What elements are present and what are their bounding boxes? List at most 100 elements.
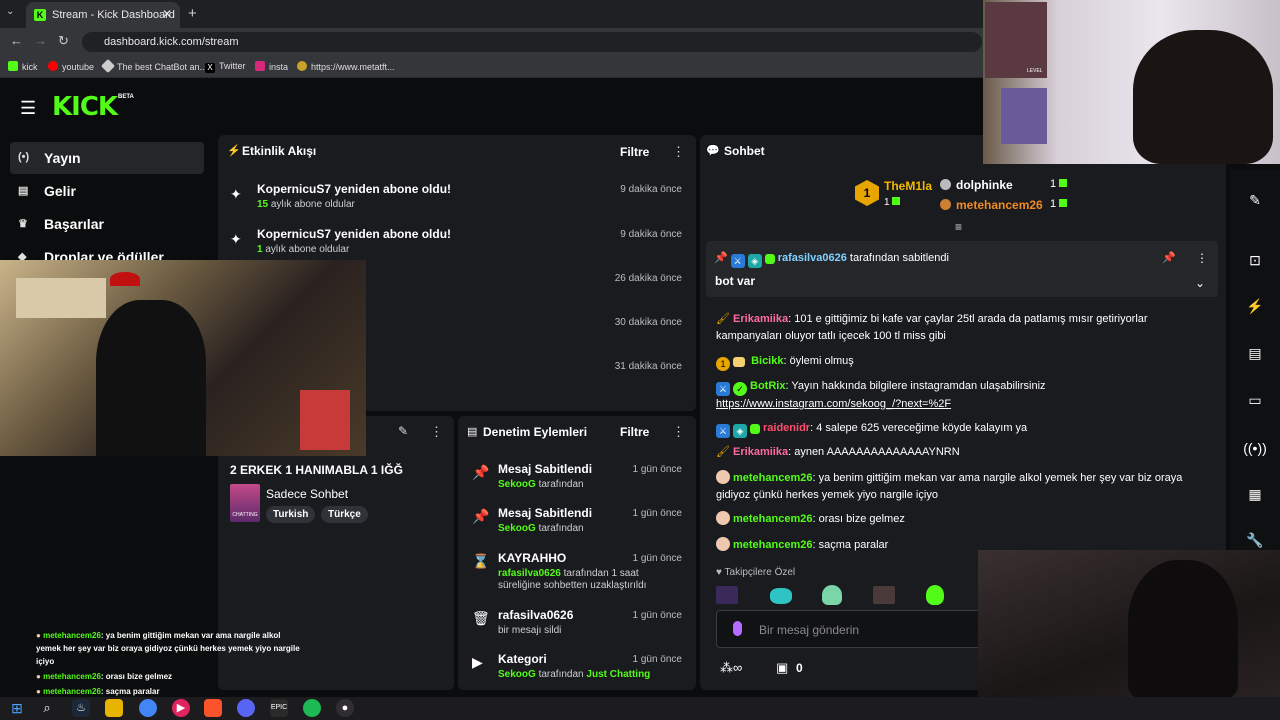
sidebar-item-achievements[interactable]: ♛ Başarılar bbox=[10, 208, 204, 240]
menu-icon[interactable]: ☰ bbox=[20, 98, 36, 119]
event-detail: 1 aylık abone oldular bbox=[257, 244, 350, 255]
leader-count: 1 bbox=[1050, 198, 1068, 210]
tag-chip[interactable]: Turkish bbox=[266, 506, 316, 523]
connections-icon[interactable]: ⁂∞ bbox=[720, 660, 742, 676]
steam-icon[interactable]: ♨ bbox=[72, 699, 90, 717]
broadcast-icon[interactable]: ((•)) bbox=[1243, 440, 1267, 464]
tab-close-icon[interactable]: ✕ bbox=[162, 7, 172, 21]
sidebar-item-revenue[interactable]: ▤ Gelir bbox=[10, 175, 204, 207]
bookmark-chatbot[interactable]: The best ChatBot an... bbox=[100, 58, 207, 74]
epic-games-icon[interactable]: EPIC bbox=[270, 699, 288, 717]
file-explorer-icon[interactable] bbox=[105, 699, 123, 717]
mod-time: 1 gün önce bbox=[632, 553, 683, 564]
leader-name[interactable]: TheM1la bbox=[884, 179, 932, 193]
bookmark-youtube[interactable]: youtube bbox=[48, 61, 94, 72]
category-name[interactable]: Sadece Sohbet bbox=[266, 487, 348, 501]
layout-icon[interactable]: ▦ bbox=[1243, 486, 1267, 510]
pinned-message bbox=[706, 241, 1218, 297]
unpin-icon[interactable]: 📌 bbox=[1162, 251, 1176, 264]
pinned-more-icon[interactable]: ⋮ bbox=[1196, 251, 1208, 265]
spotify-icon[interactable] bbox=[303, 699, 321, 717]
activity-title: Etkinlik Akışı bbox=[242, 144, 317, 158]
mod-time: 1 gün önce bbox=[632, 464, 683, 475]
gift-badge-icon bbox=[733, 357, 745, 367]
chat-message: 🖌 Erikamiika: aynen AAAAAAAAAAAAAAYNRN bbox=[716, 446, 960, 458]
activity-filter-button[interactable]: Filtre bbox=[620, 145, 649, 159]
stream-info-more-icon[interactable]: ⋮ bbox=[430, 424, 443, 440]
leader-row[interactable]: metehancem26 bbox=[940, 198, 1043, 212]
pinned-text: bot var bbox=[715, 274, 756, 288]
sidebar-item-stream[interactable]: (•) Yayın bbox=[10, 142, 204, 174]
trash-icon: 🗑 bbox=[472, 610, 490, 626]
moderation-item: 📌 Mesaj Sabitlendi SekooG tarafından 1 g… bbox=[468, 462, 688, 506]
mod-detail: SekooG tarafından bbox=[498, 479, 584, 490]
bottle-image bbox=[300, 390, 350, 450]
windows-start-icon[interactable]: ⊞ bbox=[8, 699, 26, 717]
points-icon[interactable]: ▣ bbox=[776, 660, 788, 676]
edit-icon[interactable]: ✎ bbox=[1243, 192, 1267, 216]
reload-icon[interactable]: ↻ bbox=[58, 33, 69, 49]
back-icon[interactable]: ← bbox=[10, 33, 23, 48]
category-thumbnail[interactable]: CHATTING bbox=[230, 484, 260, 522]
emote-icon[interactable] bbox=[873, 586, 895, 604]
vip-badge-icon: ◈ bbox=[747, 254, 762, 268]
mod-title: Kategori bbox=[498, 652, 547, 666]
tab-search-icon[interactable]: ⌄ bbox=[6, 6, 14, 17]
overlay-chat-message: ● metehancem26: ya benim gittiğim mekan … bbox=[36, 631, 300, 666]
poster-image bbox=[1001, 88, 1047, 144]
obs-icon[interactable]: ● bbox=[336, 699, 354, 717]
emote-icon[interactable] bbox=[770, 588, 792, 604]
chat-input[interactable]: Bir mesaj gönderin bbox=[716, 610, 986, 648]
sidebar-label: Droplar ve ödüller bbox=[44, 249, 164, 260]
emote-icon[interactable] bbox=[926, 585, 944, 605]
sub-badge-icon bbox=[750, 424, 760, 434]
category-icon: ▶ bbox=[472, 654, 483, 670]
activity-more-icon[interactable]: ⋮ bbox=[672, 144, 685, 160]
leader-row[interactable]: dolphinke bbox=[940, 178, 1013, 192]
wall-photos-image bbox=[16, 278, 106, 318]
sidebar-item-drops[interactable]: ◆ Droplar ve ödüller bbox=[10, 241, 204, 260]
forward-icon[interactable]: → bbox=[34, 33, 47, 48]
beta-label: BETA bbox=[118, 94, 134, 100]
quick-action-icon[interactable]: ⚡ bbox=[1243, 298, 1267, 322]
browser-tab[interactable]: K Stream - Kick Dashboard ✕ bbox=[26, 2, 180, 28]
kick-logo[interactable]: KICK bbox=[52, 92, 118, 122]
edit-pencil-icon[interactable]: ✎ bbox=[398, 424, 408, 438]
expand-leaderboard-icon[interactable]: ≡ bbox=[955, 220, 962, 234]
overlay-chat-message: ● metehancem26: orası bize gelmez bbox=[36, 672, 173, 681]
emote-picker-icon[interactable] bbox=[733, 621, 742, 636]
pin-icon: 📌 bbox=[472, 508, 490, 524]
notes-icon[interactable]: ▤ bbox=[1243, 345, 1267, 369]
bookmark-twitter[interactable]: X Twitter bbox=[205, 61, 246, 73]
followers-only-label: ♥ Takipçilere Özel bbox=[716, 567, 796, 578]
pen-badge-icon: 🖌 bbox=[716, 446, 730, 458]
brave-icon[interactable] bbox=[204, 699, 222, 717]
chat-icon[interactable]: ▭ bbox=[1243, 392, 1267, 416]
moderation-filter-button[interactable]: Filtre bbox=[620, 425, 649, 439]
chevron-down-icon[interactable]: ⌄ bbox=[1195, 276, 1205, 290]
chrome-icon[interactable] bbox=[139, 699, 157, 717]
leader-count: 1 bbox=[884, 197, 901, 208]
sidebar-label: Yayın bbox=[44, 150, 81, 166]
moderation-more-icon[interactable]: ⋮ bbox=[672, 424, 685, 440]
new-tab-icon[interactable]: + bbox=[188, 5, 197, 22]
pinned-header: 📌 ⚔ ◈ rafasilva0626 tarafından sabitlendi bbox=[714, 252, 949, 268]
tag-chip[interactable]: Türkçe bbox=[321, 506, 368, 523]
media-player-icon[interactable]: ▶ bbox=[172, 699, 190, 717]
pen-badge-icon: 🖌 bbox=[716, 313, 730, 325]
chat-title: Sohbet bbox=[724, 144, 765, 158]
activity-event: ✦ KopernicuS7 yeniden abone oldu! 15 ayl… bbox=[230, 180, 690, 224]
bookmark-instagram[interactable]: insta bbox=[255, 61, 288, 72]
screenshot-icon[interactable]: ⊡ bbox=[1243, 252, 1267, 276]
emote-icon[interactable] bbox=[716, 586, 738, 604]
search-icon[interactable]: ⌕ bbox=[38, 699, 56, 717]
discord-icon[interactable] bbox=[237, 699, 255, 717]
url-input[interactable]: dashboard.kick.com/stream bbox=[82, 32, 982, 52]
log-icon: ▤ bbox=[467, 426, 478, 438]
chat-link[interactable]: https://www.instagram.com/sekoog_/?next=… bbox=[716, 398, 951, 410]
bookmark-metatft[interactable]: https://www.metatft... bbox=[297, 61, 395, 72]
chat-message: ⚔ ✓ BotRix: Yayın hakkında bilgilere insta… bbox=[716, 380, 1046, 410]
mod-title: Mesaj Sabitlendi bbox=[498, 462, 593, 476]
emote-icon[interactable] bbox=[822, 585, 842, 605]
bookmark-kick[interactable]: kick bbox=[8, 61, 38, 72]
